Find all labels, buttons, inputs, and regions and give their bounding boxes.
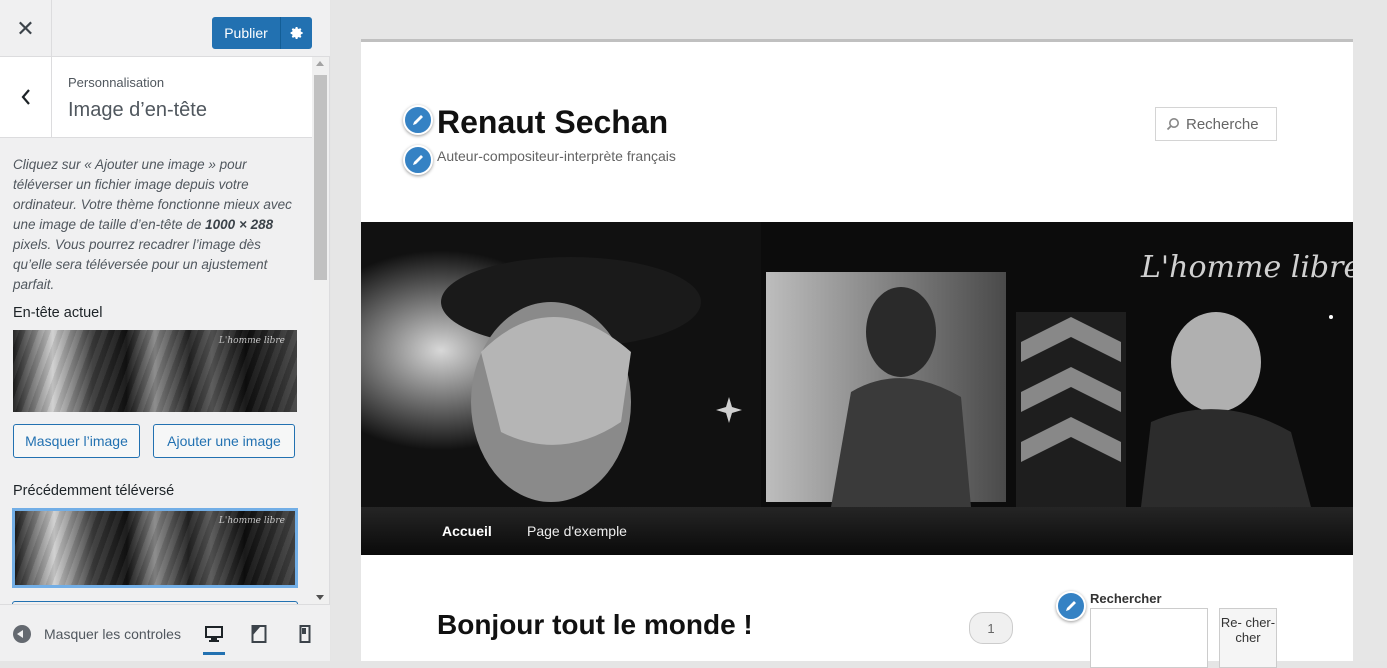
publish-group: Publier xyxy=(212,17,312,49)
pencil-icon xyxy=(413,115,423,125)
comment-count-bubble[interactable]: 1 xyxy=(969,612,1013,644)
preview-tablet-button[interactable] xyxy=(248,623,270,645)
hide-controls-button[interactable]: Masquer les controles xyxy=(13,625,181,643)
section-header: Personnalisation Image d’en-tête xyxy=(0,57,312,138)
site-preview: Renaut Sechan Auteur-compositeur-interpr… xyxy=(331,0,1387,668)
edit-site-title-shortcut[interactable] xyxy=(403,105,433,135)
site-title[interactable]: Renaut Sechan xyxy=(437,104,668,141)
sidebar-scrollbar[interactable] xyxy=(312,57,329,604)
search-widget-title: Rechercher xyxy=(1090,591,1162,606)
close-customizer-button[interactable]: ✕ xyxy=(0,0,52,57)
gear-icon xyxy=(290,27,303,39)
post-title[interactable]: Bonjour tout le monde ! xyxy=(437,609,753,641)
section-title: Image d’en-tête xyxy=(68,99,207,121)
site-tagline: Auteur-compositeur-interprète français xyxy=(437,148,676,164)
scroll-down-arrow-icon[interactable] xyxy=(316,595,324,600)
scrollbar-thumb[interactable] xyxy=(314,75,327,280)
site-page: Renaut Sechan Auteur-compositeur-interpr… xyxy=(361,39,1353,668)
add-image-button[interactable]: Ajouter une image xyxy=(153,424,295,458)
pencil-icon xyxy=(1066,601,1076,611)
breadcrumb: Personnalisation xyxy=(68,75,165,90)
previous-header-thumbnail: L'homme libre xyxy=(15,511,295,585)
edit-tagline-shortcut[interactable] xyxy=(403,145,433,175)
current-header-thumbnail: L'homme libre xyxy=(13,330,297,412)
current-header-label: En-tête actuel xyxy=(13,305,103,321)
search-icon xyxy=(1166,118,1179,131)
header-image-panel: Cliquez sur « Ajouter une image » pour t… xyxy=(0,138,312,604)
search-placeholder: Recherche xyxy=(1186,115,1259,133)
header-script-text: L'homme libre xyxy=(1140,250,1353,285)
header-script-text: L'homme libre xyxy=(218,516,285,526)
back-button[interactable] xyxy=(0,57,52,137)
collapse-arrow-icon xyxy=(13,625,31,643)
section-description: Cliquez sur « Ajouter une image » pour t… xyxy=(13,157,292,292)
desktop-icon xyxy=(205,626,223,642)
site-search-input[interactable]: Recherche xyxy=(1155,107,1277,141)
header-image: L'homme libre xyxy=(361,222,1353,507)
scroll-up-arrow-icon[interactable] xyxy=(316,61,324,66)
publish-button[interactable]: Publier xyxy=(212,17,280,49)
nav-item-page-exemple[interactable]: Page d'exemple xyxy=(527,523,627,539)
search-widget-button[interactable]: Re- cher- cher xyxy=(1219,608,1277,668)
chevron-left-icon xyxy=(21,89,30,105)
customizer-header: ✕ Publier xyxy=(0,0,330,57)
preview-mobile-button[interactable] xyxy=(294,623,316,645)
main-navigation: Accueil Page d'exemple xyxy=(361,507,1353,555)
header-photo-collage: L'homme libre xyxy=(361,222,1353,507)
edit-widget-shortcut[interactable] xyxy=(1056,591,1086,621)
tablet-icon xyxy=(251,625,267,643)
customizer-footer: Masquer les controles xyxy=(0,604,330,661)
pencil-icon xyxy=(413,155,423,165)
previous-uploads-label: Précédemment téléversé xyxy=(13,483,175,499)
customizer-sidebar: ✕ Publier Personnalisation Image d’en-tê… xyxy=(0,0,330,661)
publish-settings-button[interactable] xyxy=(280,17,312,49)
close-icon: ✕ xyxy=(16,15,35,41)
preview-desktop-button[interactable] xyxy=(203,622,225,655)
hide-controls-label: Masquer les controles xyxy=(44,626,181,642)
nav-item-accueil[interactable]: Accueil xyxy=(442,523,492,539)
previous-header-option[interactable]: L'homme libre xyxy=(12,508,298,588)
mobile-icon xyxy=(299,625,311,643)
header-script-text: L'homme libre xyxy=(218,336,285,346)
search-widget-input[interactable] xyxy=(1090,608,1208,668)
hide-image-button[interactable]: Masquer l’image xyxy=(13,424,140,458)
